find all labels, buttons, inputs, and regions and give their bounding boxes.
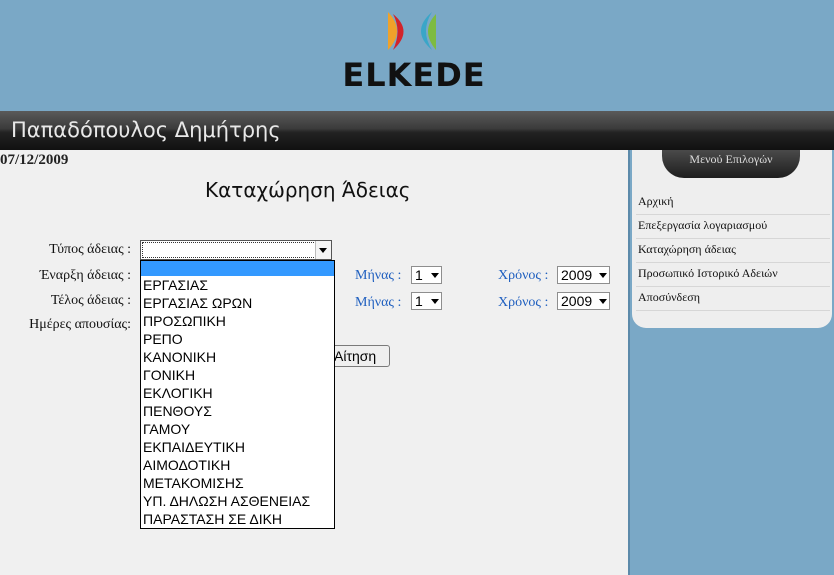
leave-type-option[interactable]: ΡΕΠΟ [141, 330, 334, 348]
submit-request-button[interactable]: Αίτηση [331, 345, 390, 367]
leave-type-option[interactable]: ΑΙΜΟΔΟΤΙΚΗ [141, 456, 334, 474]
user-name: Παπαδόπουλος Δημήτρης [11, 118, 281, 142]
leave-type-option[interactable]: ΓΑΜΟΥ [141, 420, 334, 438]
start-date-label: Έναρξη άδειας : [39, 268, 131, 283]
leave-type-dropdown-button[interactable] [315, 241, 331, 259]
start-year-label: Χρόνος : [498, 268, 549, 283]
page-title: Καταχώρηση Άδειας [205, 178, 411, 202]
chevron-down-icon [431, 299, 439, 304]
start-month-select[interactable]: 1 [411, 266, 442, 284]
leave-type-option[interactable]: ΕΡΓΑΣΙΑΣ [141, 276, 334, 294]
start-year-select[interactable]: 2009 [557, 266, 610, 284]
end-month-label: Μήνας : [355, 295, 402, 310]
start-month-value: 1 [415, 267, 423, 283]
leave-type-option[interactable]: ΠΑΡΑΣΤΑΣΗ ΣΕ ΔΙΚΗ [141, 510, 334, 528]
leave-type-option[interactable]: ΠΡΟΣΩΠΙΚΗ [141, 312, 334, 330]
end-year-select[interactable]: 2009 [557, 292, 610, 310]
end-year-value: 2009 [561, 293, 593, 309]
end-date-label: Τέλος άδειας : [50, 293, 131, 308]
chevron-down-icon [599, 273, 607, 278]
user-bar: Παπαδόπουλος Δημήτρης [0, 111, 834, 150]
end-year-label: Χρόνος : [498, 295, 549, 310]
leave-type-options-list[interactable]: ΕΡΓΑΣΙΑΣ ΕΡΓΑΣΙΑΣ ΩΡΩΝ ΠΡΟΣΩΠΙΚΗ ΡΕΠΟ ΚΑΝΟΝΙ… [140, 260, 335, 529]
logo-text: ELKEDE [342, 56, 485, 92]
leave-type-option[interactable]: ΕΡΓΑΣΙΑΣ ΩΡΩΝ [141, 294, 334, 312]
sidebar-menu: Αρχική Επεξεργασία λογαριασμού Καταχώρηση … [636, 191, 830, 311]
leave-type-option[interactable]: ΚΑΝΟΝΙΚΗ [141, 348, 334, 366]
elkede-logo: ELKEDE [322, 8, 506, 92]
start-month-label: Μήνας : [355, 268, 402, 283]
sidebar-item-leave-history[interactable]: Προσωπικό Ιστορικό Αδειών [636, 263, 830, 287]
leave-type-select[interactable] [140, 240, 332, 260]
sidebar-item-edit-account[interactable]: Επεξεργασία λογαριασμού [636, 215, 830, 239]
chevron-down-icon [599, 299, 607, 304]
leave-type-option[interactable] [141, 261, 334, 276]
leave-type-option[interactable]: ΥΠ. ΔΗΛΩΣΗ ΑΣΘΕΝΕΙΑΣ [141, 492, 334, 510]
header: ELKEDE [0, 0, 834, 111]
sidebar-menu-title: Μενού Επιλογών [662, 150, 800, 178]
leave-type-option[interactable]: ΠΕΝΘΟΥΣ [141, 402, 334, 420]
leave-type-option[interactable]: ΕΚΛΟΓΙΚΗ [141, 384, 334, 402]
sidebar-item-logout[interactable]: Αποσύνδεση [636, 287, 830, 311]
leave-type-option[interactable]: ΕΚΠΑΙΔΕΥΤΙΚΗ [141, 438, 334, 456]
leave-type-option[interactable]: ΜΕΤΑΚΟΜΙΣΗΣ [141, 474, 334, 492]
sidebar-item-home[interactable]: Αρχική [636, 191, 830, 215]
leave-type-option[interactable]: ΓΟΝΙΚΗ [141, 366, 334, 384]
current-date: 07/12/2009 [0, 152, 69, 168]
start-year-value: 2009 [561, 267, 593, 283]
chevron-down-icon [319, 248, 327, 253]
leave-type-value [142, 242, 316, 258]
end-month-select[interactable]: 1 [411, 292, 442, 310]
sidebar-item-register-leave[interactable]: Καταχώρηση άδειας [636, 239, 830, 263]
end-month-value: 1 [415, 293, 423, 309]
leave-type-label: Τύπος άδειας : [49, 242, 131, 257]
chevron-down-icon [431, 273, 439, 278]
absence-days-label: Ημέρες απουσίας: [29, 317, 131, 332]
